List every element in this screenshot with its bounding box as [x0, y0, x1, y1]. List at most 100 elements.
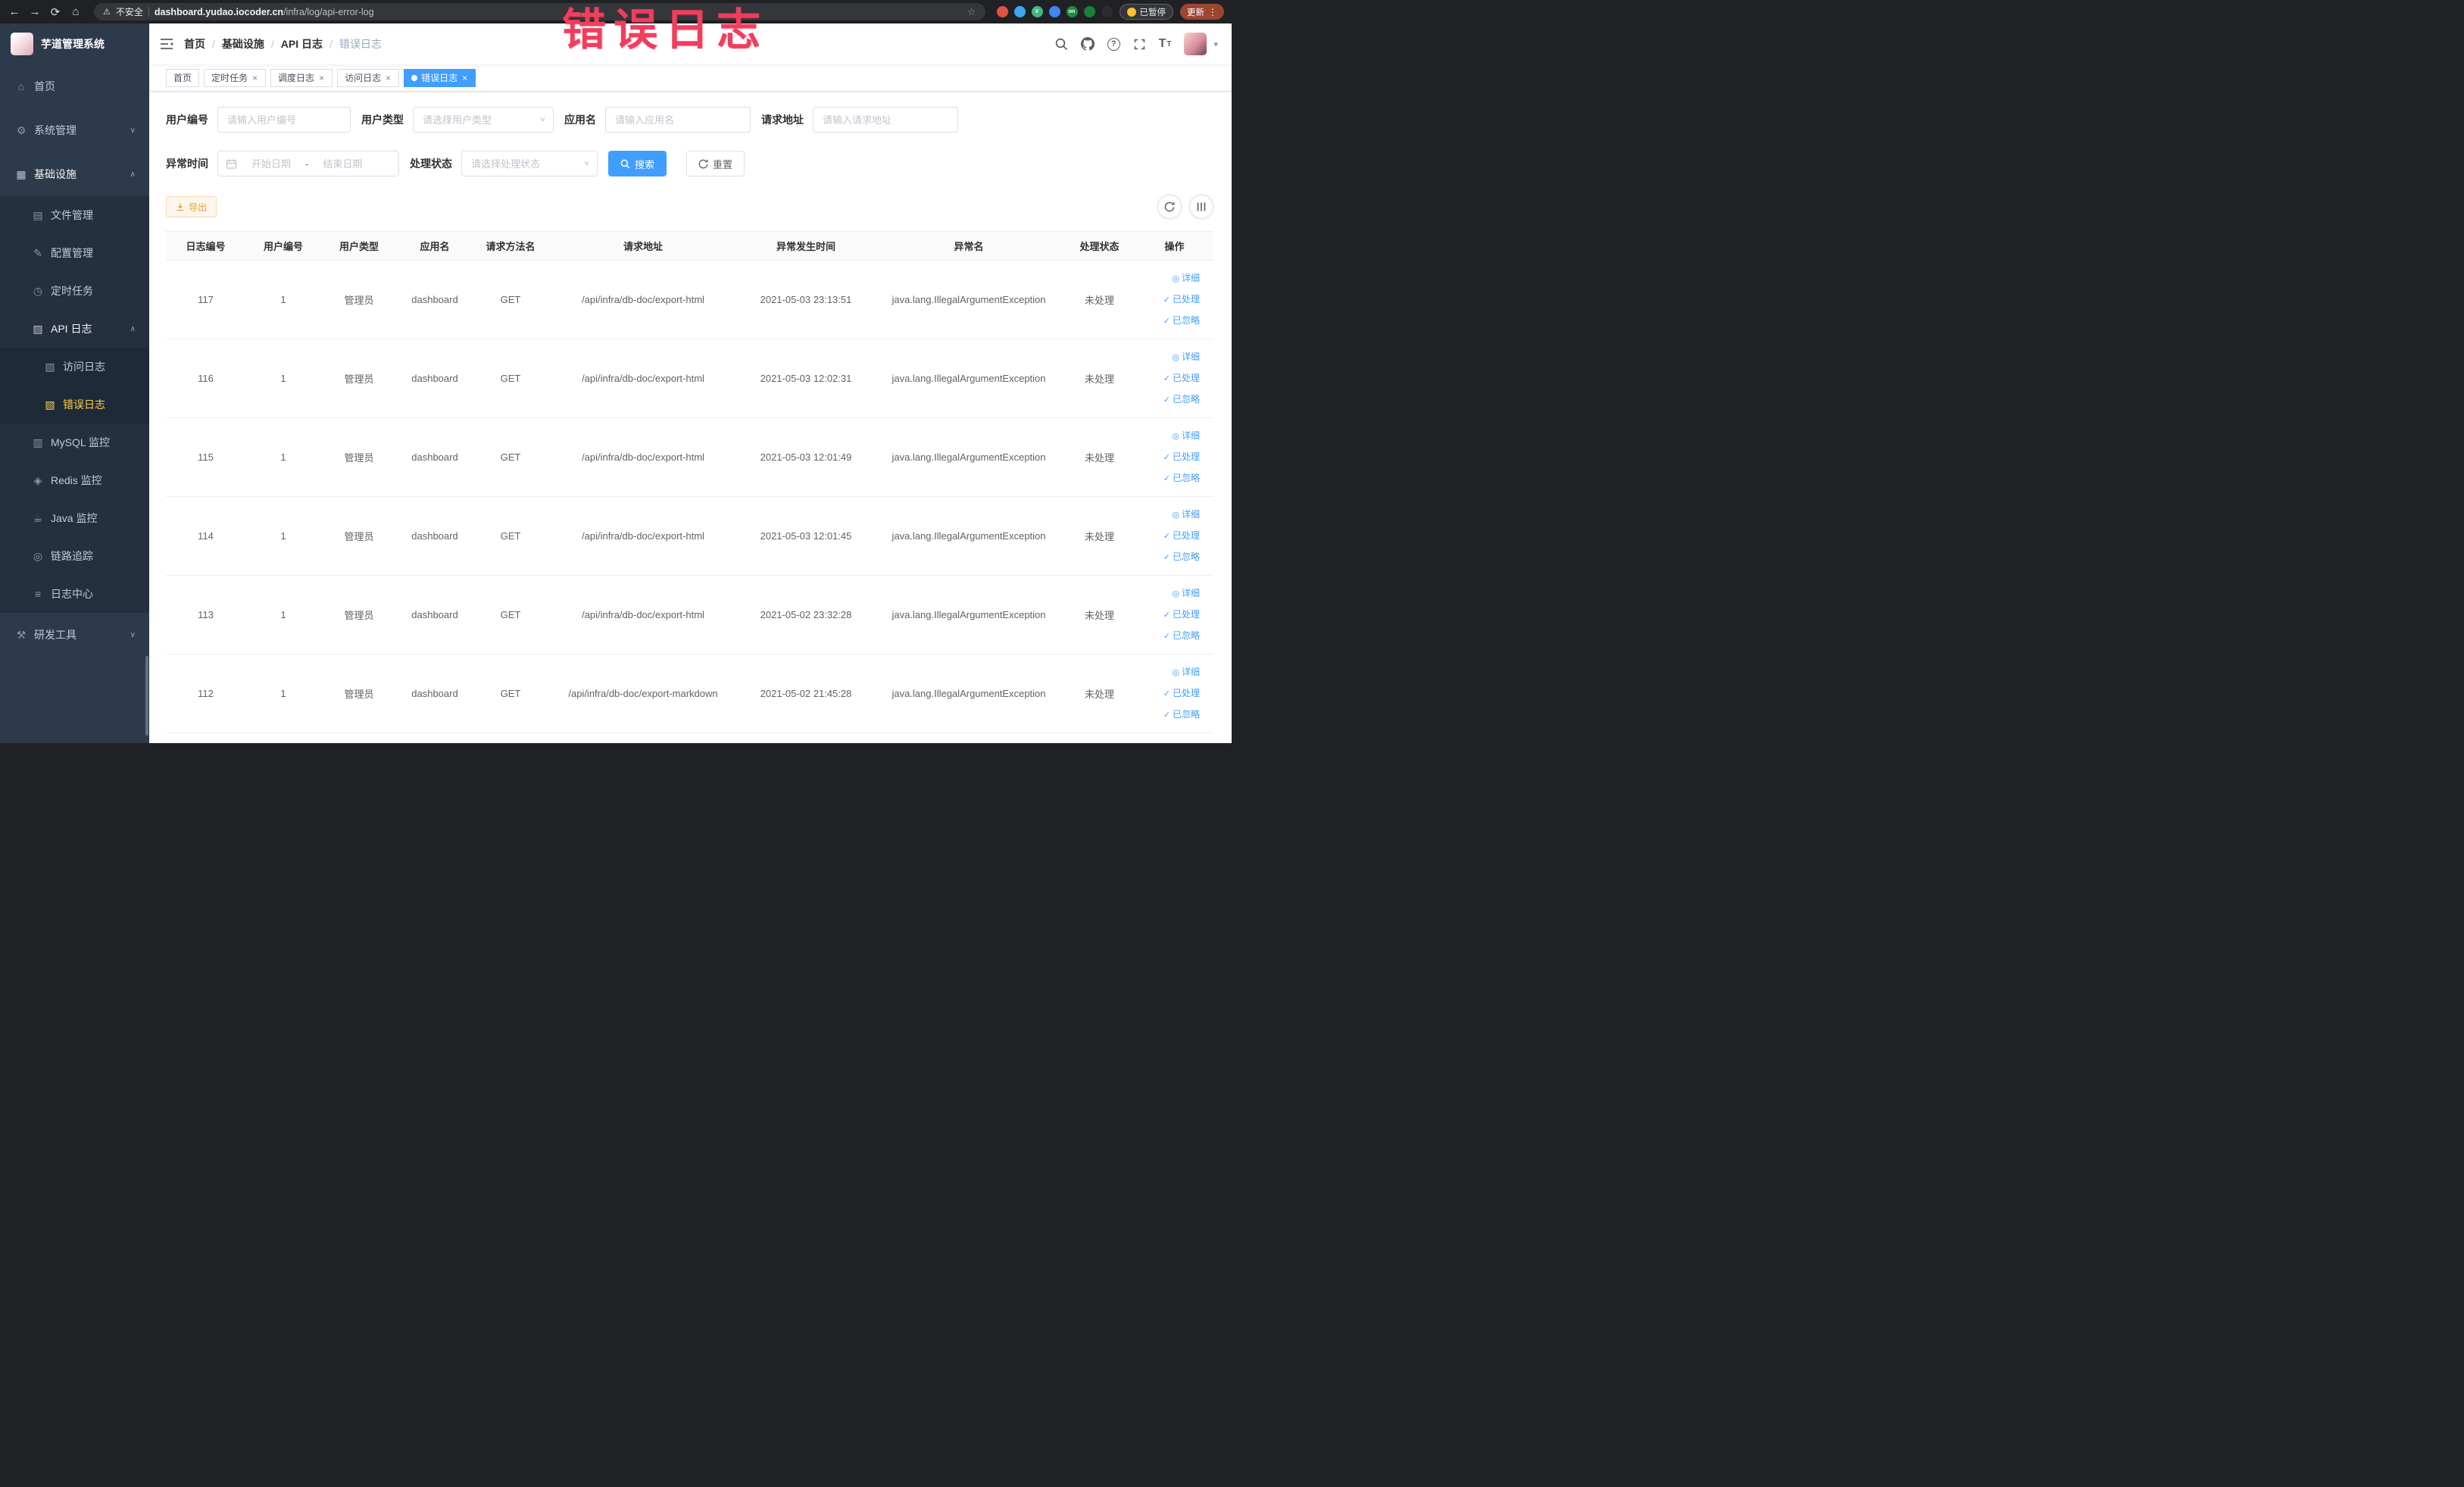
- close-icon[interactable]: ×: [318, 73, 325, 83]
- log-processed-link[interactable]: ✓ 已处理: [1135, 683, 1200, 704]
- log-ignored-link[interactable]: ✓ 已忽略: [1135, 468, 1200, 489]
- sidebar-item-label: API 日志: [51, 323, 92, 335]
- sidebar-item-home[interactable]: ⌂ 首页: [0, 64, 149, 108]
- column-settings-button[interactable]: [1189, 195, 1213, 219]
- paused-extension-button[interactable]: 已暂停: [1119, 4, 1173, 20]
- crumb-home[interactable]: 首页: [184, 36, 205, 52]
- fullscreen-icon[interactable]: [1133, 38, 1146, 51]
- user-type-select[interactable]: ∨: [413, 107, 554, 133]
- sidebar-item-link-trace[interactable]: ◎ 链路追踪: [0, 537, 149, 575]
- filter-request-url: 请求地址: [761, 107, 958, 133]
- log-detail-link[interactable]: ◎ 详细: [1135, 583, 1200, 604]
- crumb-api-log[interactable]: API 日志: [281, 36, 323, 52]
- log-ignored-link[interactable]: ✓ 已忽略: [1135, 704, 1200, 726]
- log-processed-link[interactable]: ✓ 已处理: [1135, 289, 1200, 311]
- sidebar-item-log-center[interactable]: ≡ 日志中心: [0, 575, 149, 613]
- sidebar-item-redis-monitor[interactable]: ◈ Redis 监控: [0, 461, 149, 499]
- log-detail-link[interactable]: ◎ 详细: [1135, 268, 1200, 289]
- refresh-button[interactable]: [1157, 195, 1182, 219]
- search-button[interactable]: 搜索: [608, 151, 667, 177]
- log-detail-link[interactable]: ◎ 详细: [1135, 347, 1200, 368]
- address-bar[interactable]: ⚠ 不安全 dashboard.yudao.iocoder.cn/infra/l…: [94, 3, 985, 20]
- sidebar-item-access-log[interactable]: ▧ 访问日志: [0, 348, 149, 386]
- reload-icon[interactable]: ⟳: [48, 5, 62, 19]
- crumb-infra[interactable]: 基础设施: [222, 36, 264, 52]
- forward-icon[interactable]: →: [28, 5, 42, 18]
- sidebar-item-scheduled-job[interactable]: ◷ 定时任务: [0, 272, 149, 310]
- cell-url: /api/infra/db-doc/export-markdown: [548, 654, 738, 733]
- search-icon[interactable]: [1055, 38, 1068, 51]
- cell-user_id: 1: [245, 339, 321, 418]
- extension-icon-vue[interactable]: V: [1031, 6, 1043, 17]
- sidebar-scrollbar[interactable]: [145, 656, 148, 736]
- user-type-select-input[interactable]: [413, 107, 554, 133]
- app-name-input[interactable]: [605, 107, 751, 133]
- browser-menu-icon[interactable]: ⋮: [1208, 7, 1217, 17]
- help-icon[interactable]: ?: [1107, 37, 1120, 51]
- end-date-input[interactable]: [311, 158, 374, 170]
- cell-exception: java.lang.IllegalArgumentException: [874, 260, 1063, 339]
- sidebar-item-file-manage[interactable]: ▤ 文件管理: [0, 196, 149, 234]
- start-date-input[interactable]: [240, 158, 302, 170]
- extension-icon-red[interactable]: [996, 6, 1008, 17]
- extension-icon-grid[interactable]: [1048, 6, 1060, 17]
- table-row: 115 1 管理员 dashboard GET/api/infra/db-doc/exp…: [166, 417, 1213, 497]
- log-ignored-link[interactable]: ✓ 已忽略: [1135, 547, 1200, 568]
- sidebar-item-java-monitor[interactable]: ☕ Java 监控: [0, 499, 149, 537]
- user-id-input[interactable]: [217, 107, 351, 133]
- reset-button[interactable]: 重置: [686, 151, 745, 177]
- user-avatar[interactable]: [1184, 33, 1207, 55]
- log-detail-link[interactable]: ◎ 详细: [1135, 426, 1200, 447]
- log-ignored-link[interactable]: ✓ 已忽略: [1135, 311, 1200, 332]
- tab-access-log[interactable]: 访问日志 ×: [337, 68, 400, 87]
- chrome-update-button[interactable]: 更新 ⋮: [1180, 4, 1224, 20]
- sidebar-item-error-log[interactable]: ▧ 错误日志: [0, 386, 149, 423]
- sidebar-item-infra[interactable]: ▦ 基础设施 ∧: [0, 152, 149, 196]
- exception-time-range-picker[interactable]: -: [217, 151, 399, 177]
- tab-home[interactable]: 首页: [166, 68, 200, 87]
- export-button[interactable]: 导出: [166, 196, 217, 217]
- close-icon[interactable]: ×: [385, 73, 392, 83]
- log-detail-link[interactable]: ◎ 详细: [1135, 505, 1200, 526]
- bookmark-star-icon[interactable]: ☆: [967, 6, 976, 18]
- font-size-icon[interactable]: TT: [1159, 37, 1172, 51]
- close-icon[interactable]: ×: [251, 73, 258, 83]
- sidebar-item-mysql-monitor[interactable]: ▥ MySQL 监控: [0, 423, 149, 461]
- sidebar-item-config-manage[interactable]: ✎ 配置管理: [0, 234, 149, 272]
- sidebar-item-dev-tools[interactable]: ⚒ 研发工具 ∨: [0, 613, 149, 657]
- back-icon[interactable]: ←: [8, 5, 21, 18]
- extension-icon-blue-drop[interactable]: [1013, 6, 1026, 17]
- browser-home-icon[interactable]: ⌂: [69, 5, 83, 18]
- gear-icon: ⚙: [16, 123, 27, 136]
- close-icon[interactable]: ×: [461, 73, 468, 83]
- extension-icon-paw[interactable]: [1101, 6, 1113, 17]
- security-label[interactable]: 不安全: [116, 5, 143, 18]
- log-processed-link[interactable]: ✓ 已处理: [1135, 368, 1200, 389]
- log-ignored-link[interactable]: ✓ 已忽略: [1135, 389, 1200, 411]
- column-header-method: 请求方法名: [473, 231, 548, 261]
- log-ignored-link[interactable]: ✓ 已忽略: [1135, 626, 1200, 647]
- extension-icon-on[interactable]: on: [1066, 6, 1078, 17]
- url-host: dashboard.yudao.iocoder.cn: [154, 6, 284, 17]
- sidebar-menu: ⌂ 首页 ⚙ 系统管理 ∨ ▦ 基础设施 ∧ ▤ 文件管理 ✎ 配置管理 ◷ 定时任务 ▨ API 日志 ∧ ▧ 访…: [0, 64, 149, 657]
- sidebar-item-system[interactable]: ⚙ 系统管理 ∨: [0, 108, 149, 152]
- tab-schedule-log[interactable]: 调度日志 ×: [270, 68, 333, 87]
- extension-icon-leaf[interactable]: [1083, 6, 1095, 17]
- log-detail-link[interactable]: ◎ 详细: [1135, 662, 1200, 683]
- avatar-chevron-down-icon[interactable]: ▾: [1213, 39, 1218, 49]
- log-processed-link[interactable]: ✓ 已处理: [1135, 526, 1200, 547]
- tab-label: 定时任务: [211, 73, 248, 83]
- request-url-input[interactable]: [813, 107, 958, 133]
- process-status-select[interactable]: ∨: [461, 151, 598, 177]
- log-processed-link[interactable]: ✓ 已处理: [1135, 604, 1200, 626]
- sidebar-item-api-log[interactable]: ▨ API 日志 ∧: [0, 310, 149, 348]
- tab-error-log[interactable]: 错误日志 ×: [404, 68, 476, 87]
- hamburger-icon[interactable]: [160, 38, 173, 50]
- log-processed-link[interactable]: ✓ 已处理: [1135, 447, 1200, 468]
- tab-scheduled-job[interactable]: 定时任务 ×: [204, 68, 267, 87]
- check-icon: ✓: [1163, 710, 1170, 720]
- logo[interactable]: 芋道管理系统: [0, 23, 149, 64]
- github-icon[interactable]: [1080, 37, 1095, 51]
- process-status-select-input[interactable]: [461, 151, 598, 177]
- column-header-url: 请求地址: [548, 231, 738, 261]
